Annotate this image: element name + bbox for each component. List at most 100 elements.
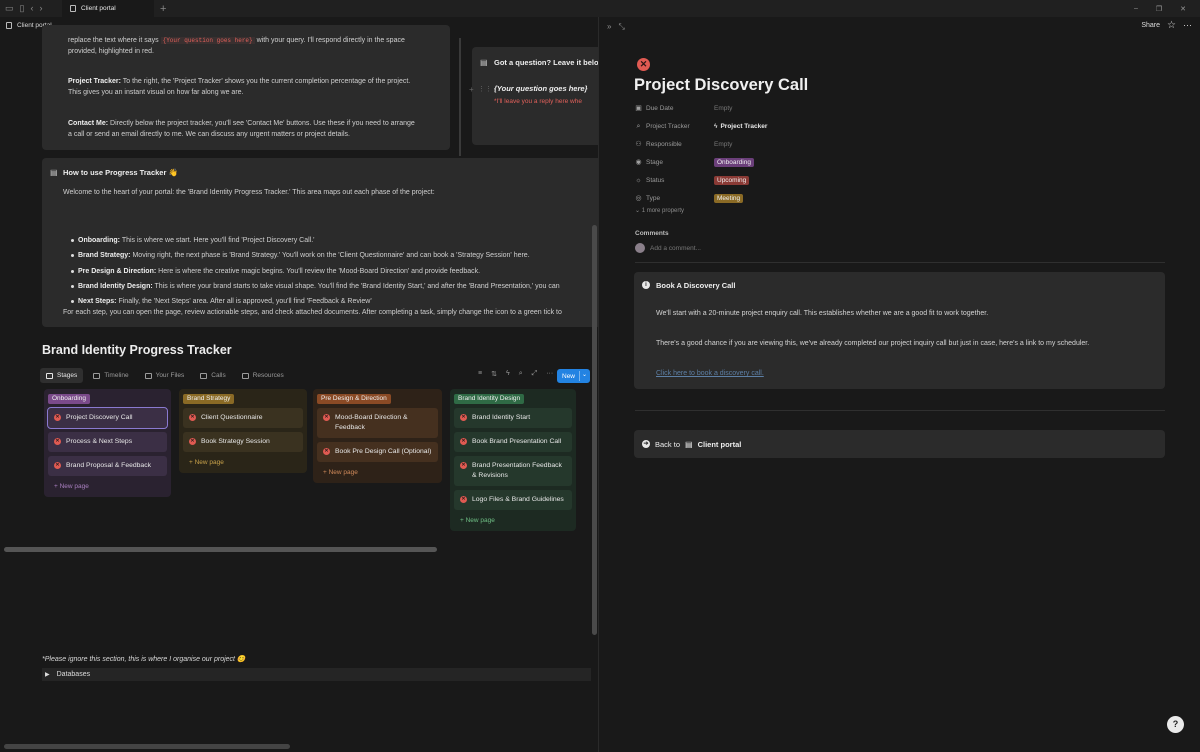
board-card[interactable]: ✕ Book Brand Presentation Call <box>454 432 572 452</box>
favorite-star-icon[interactable]: ☆ <box>1167 20 1176 31</box>
property-value[interactable]: Empty <box>714 105 732 112</box>
tab-label: Client portal <box>81 5 116 12</box>
property-key[interactable]: ⚇ Responsible <box>635 141 714 148</box>
maximize-icon[interactable]: ❐ <box>1156 5 1162 13</box>
close-peek-icon[interactable]: » <box>607 22 611 32</box>
tab-stages[interactable]: Stages <box>40 368 84 383</box>
help-button[interactable]: ? <box>1167 716 1184 733</box>
status-x-icon: ✕ <box>460 496 467 503</box>
tab-your-files[interactable]: Your Files <box>139 368 191 383</box>
back-icon[interactable]: ‹ <box>30 3 33 14</box>
scheduler-link[interactable]: Click here to book a discovery call. <box>656 370 764 377</box>
page-horizontal-scrollbar[interactable] <box>4 744 290 749</box>
column-header[interactable]: Brand Identity Design <box>454 394 525 404</box>
status-x-icon[interactable]: ✕ <box>637 58 650 71</box>
new-tab-button[interactable]: + <box>160 3 166 15</box>
calendar-icon: ▣ <box>635 104 642 112</box>
new-page-label: New page <box>328 469 358 476</box>
property-row: ⚇ Responsible Empty <box>635 135 1155 153</box>
book-callout: i Book A Discovery Call We'll start with… <box>634 272 1165 389</box>
property-value[interactable]: Upcoming <box>714 175 750 185</box>
list-item: Brand Strategy: Moving right, the next p… <box>71 248 598 263</box>
sidebar-toggle-icon[interactable]: ▭ <box>5 3 14 14</box>
board-card[interactable]: ✕ Book Strategy Session <box>183 432 303 452</box>
property-key[interactable]: ⌕ Project Tracker <box>635 123 714 130</box>
more-property-toggle[interactable]: ⌄ 1 more property <box>635 207 684 214</box>
board-card[interactable]: ✕ Brand Proposal & Feedback <box>48 456 167 476</box>
property-key[interactable]: ◎ Type <box>635 195 714 202</box>
howto-title: How to use Progress Tracker 👋 <box>63 168 178 177</box>
bullet-text: This is where we start. Here you'll find… <box>121 237 315 244</box>
howto-intro: Welcome to the heart of your portal: the… <box>63 189 435 196</box>
page-icon: ▤ <box>50 168 58 177</box>
tab-timeline[interactable]: Timeline <box>87 368 134 383</box>
board-card[interactable]: ✕ Brand Identity Start <box>454 408 572 428</box>
databases-toggle[interactable]: ▶ Databases <box>42 668 591 681</box>
card-title: Project Discovery Call <box>66 414 133 421</box>
column-header[interactable]: Pre Design & Direction <box>317 394 391 404</box>
tab-client-portal[interactable]: Client portal <box>62 0 154 17</box>
label: Contact Me: <box>68 120 109 127</box>
add-comment-field[interactable]: Add a comment... <box>635 243 701 253</box>
back-to-portal-link[interactable]: ➔ Back to ▤ Client portal <box>634 430 1165 458</box>
board-card[interactable]: ✕ Logo Files & Brand Guidelines <box>454 490 572 510</box>
question-input[interactable]: {Your question goes here} <box>494 84 588 93</box>
tab-resources[interactable]: Resources <box>236 368 290 383</box>
automation-icon[interactable]: ϟ <box>506 370 510 378</box>
expand-icon[interactable]: ⤢ <box>532 370 538 378</box>
card-title: Mood-Board Direction & Feedback <box>335 414 408 431</box>
horizontal-scrollbar[interactable] <box>4 547 437 552</box>
board-card[interactable]: ✕ Project Discovery Call <box>47 407 168 429</box>
page-title[interactable]: Project Discovery Call <box>634 76 808 95</box>
forward-icon[interactable]: › <box>39 3 42 14</box>
minimize-icon[interactable]: – <box>1134 5 1138 12</box>
column-header[interactable]: Onboarding <box>48 394 90 404</box>
filter-icon[interactable]: ≡ <box>478 370 482 378</box>
window-controls: – ❐ ✕ <box>1134 0 1200 17</box>
new-page-button[interactable]: + New page <box>48 480 167 493</box>
close-window-icon[interactable]: ✕ <box>1180 5 1186 13</box>
property-value[interactable]: ϟ Project Tracker <box>714 123 767 130</box>
toggle-triangle-icon[interactable]: ▶ <box>45 671 50 678</box>
property-key[interactable]: ☼ Status <box>635 177 714 184</box>
tab-calls[interactable]: Calls <box>194 368 231 383</box>
text: a call or send an email directly to me. … <box>68 131 350 138</box>
share-button[interactable]: Share <box>1141 22 1160 29</box>
more-property-label: 1 more property <box>641 208 685 214</box>
sort-icon[interactable]: ⇅ <box>491 370 497 378</box>
column-header[interactable]: Brand Strategy <box>183 394 235 404</box>
board-card[interactable]: ✕ Mood-Board Direction & Feedback <box>317 408 438 438</box>
board-card[interactable]: ✕ Process & Next Steps <box>48 432 167 452</box>
new-page-button[interactable]: + New page <box>317 466 438 479</box>
status-x-icon: ✕ <box>189 438 196 445</box>
more-options-icon[interactable]: ··· <box>1183 20 1192 30</box>
add-block-icon[interactable]: + <box>469 85 474 94</box>
new-button[interactable]: New ⌄ <box>557 369 590 383</box>
open-full-page-icon[interactable]: ⤡ <box>618 22 624 32</box>
list-item: Next Steps: Finally, the 'Next Steps' ar… <box>71 294 598 309</box>
drag-handle-icon[interactable]: ⋮⋮ <box>478 85 492 93</box>
property-key[interactable]: ◉ Stage <box>635 159 714 166</box>
tab-label: Calls <box>211 372 226 379</box>
property-value[interactable]: Empty <box>714 141 732 148</box>
back-target: Client portal <box>697 439 742 449</box>
more-icon[interactable]: ··· <box>546 370 553 378</box>
property-value[interactable]: Meeting <box>714 193 744 203</box>
status-x-icon: ✕ <box>54 438 61 445</box>
new-page-button[interactable]: + New page <box>454 514 572 527</box>
book-paragraph: We'll start with a 20-minute project enq… <box>656 310 989 317</box>
board-card[interactable]: ✕ Book Pre Design Call (Optional) <box>317 442 438 462</box>
stage-icon: ◉ <box>635 158 642 166</box>
card-title: Client Questionnaire <box>201 414 263 421</box>
property-value[interactable]: Onboarding <box>714 157 754 167</box>
new-page-button[interactable]: + New page <box>183 456 303 469</box>
chevron-down-icon[interactable]: ⌄ <box>582 371 587 378</box>
text: provided, highlighted in red. <box>68 48 155 55</box>
divider <box>579 371 580 381</box>
board-card[interactable]: ✕ Brand Presentation Feedback & Revisions <box>454 456 572 486</box>
layout-icon[interactable]: ▯ <box>20 3 25 14</box>
search-icon[interactable]: ⌕ <box>519 370 523 378</box>
vertical-scrollbar[interactable] <box>592 225 597 635</box>
board-card[interactable]: ✕ Client Questionnaire <box>183 408 303 428</box>
property-key[interactable]: ▣ Due Date <box>635 105 714 112</box>
